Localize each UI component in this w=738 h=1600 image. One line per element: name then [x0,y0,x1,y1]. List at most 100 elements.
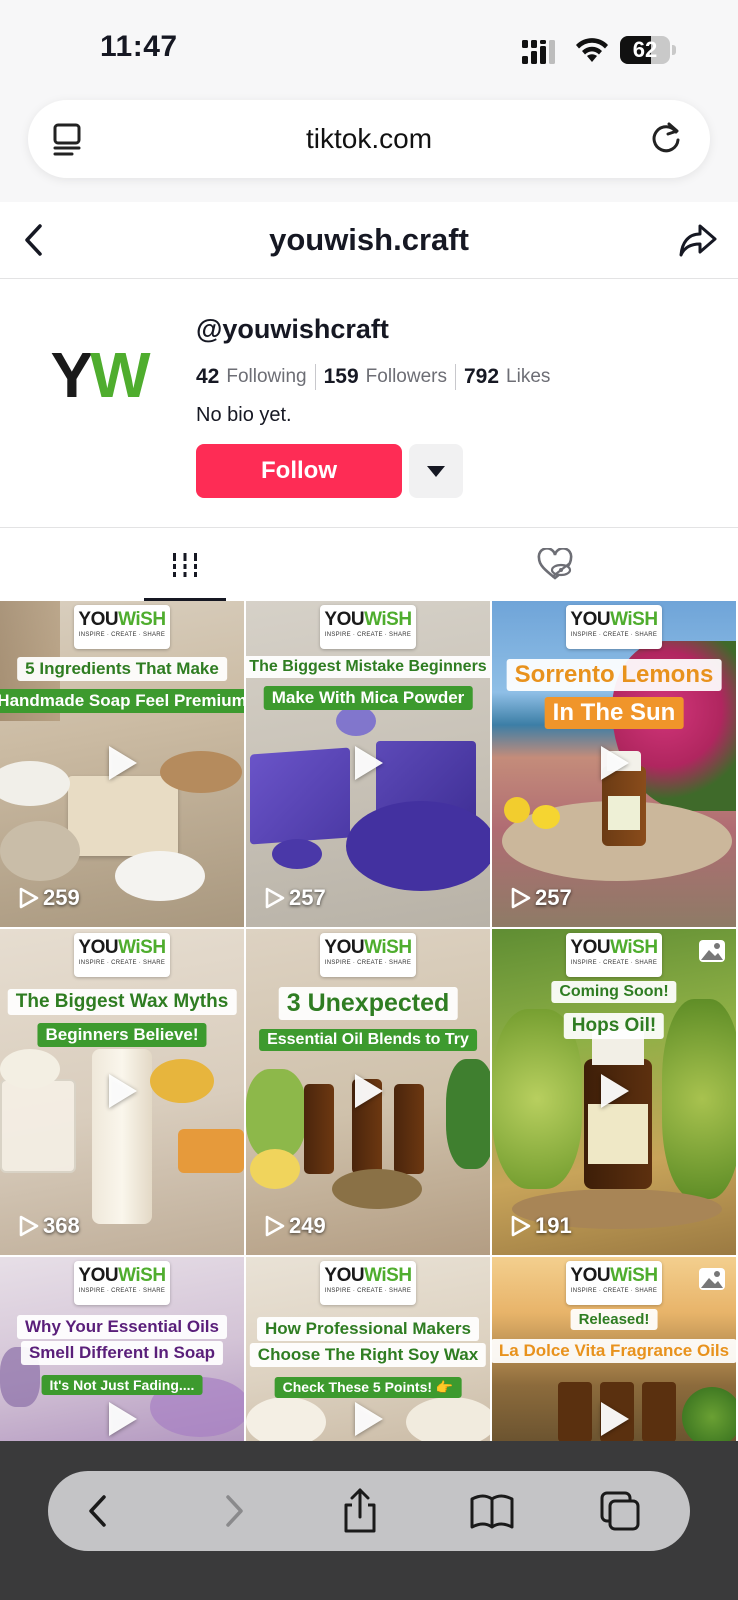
play-outline-icon [265,887,285,909]
toolbar-pill [48,1471,690,1551]
bookmarks-icon[interactable] [466,1485,518,1537]
browser-toolbar [0,1441,738,1600]
play-outline-icon [19,1215,39,1237]
play-outline-icon [265,1215,285,1237]
toolbar-back-icon[interactable] [74,1485,126,1537]
profile-stats: 42 Following 159 Followers 792 Likes [196,362,550,392]
brand-badge: YOUWiSH INSPIRE · CREATE · SHARE [320,933,416,977]
brand-badge: YOUWiSH INSPIRE · CREATE · SHARE [566,1261,662,1305]
video-tile[interactable]: YOUWiSH INSPIRE · CREATE · SHARE How Prof… [246,1257,490,1441]
avatar-letter-y: Y [50,339,93,411]
video-title-line2: Beginners Believe! [37,1023,207,1047]
play-outline-icon [511,887,531,909]
toolbar-forward-icon[interactable] [206,1485,258,1537]
video-tile[interactable]: YOUWiSH INSPIRE · CREATE · SHARE Why Your… [0,1257,244,1441]
play-outline-icon [19,887,39,909]
brand-badge: YOUWiSH INSPIRE · CREATE · SHARE [74,1261,170,1305]
battery-icon: 62 [620,36,676,64]
photo-icon [699,1268,725,1290]
video-title-line2: Choose The Right Soy Wax [249,1343,487,1367]
video-title-line1: Why Your Essential Oils [17,1315,227,1339]
likes-count: 792 [463,365,500,388]
status-time: 11:47 [100,30,178,63]
view-count: 191 [510,1211,572,1241]
profile-bio: No bio yet. [196,404,292,426]
share-icon[interactable] [678,220,718,260]
video-tile[interactable]: YOUWiSH INSPIRE · CREATE · SHARE Released… [492,1257,736,1441]
view-count: 257 [264,883,326,913]
play-icon [109,1402,137,1436]
tab-videos[interactable] [0,528,369,602]
video-title-line2: Hops Oil! [563,1013,665,1039]
view-count: 249 [264,1211,326,1241]
avatar[interactable]: YW [44,318,154,428]
tabs-icon[interactable] [594,1485,646,1537]
video-tile[interactable]: YOUWiSH INSPIRE · CREATE · SHARE The Bigg… [246,601,490,927]
play-outline-icon [511,1215,531,1237]
video-tile[interactable]: YOUWiSH INSPIRE · CREATE · SHARE Sorrento… [492,601,736,927]
toolbar-share-icon[interactable] [334,1485,386,1537]
avatar-letter-w: W [90,339,150,411]
suggested-accounts-button[interactable] [409,444,463,498]
video-title-line3: Check These 5 Points! 👉 [274,1377,462,1398]
video-title-line2: La Dolce Vita Fragrance Oils [492,1339,736,1363]
address-bar[interactable]: tiktok.com [28,100,710,178]
brand-badge: YOUWiSH INSPIRE · CREATE · SHARE [74,605,170,649]
video-tile[interactable]: YOUWiSH INSPIRE · CREATE · SHARE The Bigg… [0,929,244,1255]
play-icon [109,1074,137,1108]
following-label[interactable]: Following [226,366,306,388]
following-count[interactable]: 42 [196,365,219,389]
video-title-line1: Released! [570,1309,658,1330]
play-icon [355,746,383,780]
brand-badge: YOUWiSH INSPIRE · CREATE · SHARE [566,605,662,649]
url-text[interactable]: tiktok.com [28,100,710,178]
profile-handle: @youwishcraft [196,314,389,344]
view-count: 259 [18,883,80,913]
followers-label[interactable]: Followers [366,366,447,388]
battery-level: 62 [632,37,658,62]
status-bar: 11:47 62 [0,0,738,92]
video-title-line1: 5 Ingredients That Make [17,657,227,681]
video-title-line1: How Professional Makers [257,1317,479,1341]
video-title-line1: 3 Unexpected [278,987,458,1020]
video-title-line2: Make With Mica Powder [263,686,473,710]
video-title-line1: The Biggest Mistake Beginners [246,656,490,678]
video-title-line1: Coming Soon! [551,981,677,1003]
divider [314,364,316,390]
play-icon [355,1074,383,1108]
browser-address-area: tiktok.com [0,92,738,202]
brand-badge: YOUWiSH INSPIRE · CREATE · SHARE [320,1261,416,1305]
profile-tabs [0,527,738,602]
followers-count[interactable]: 159 [324,365,359,389]
profile-header: youwish.craft [0,202,738,279]
play-icon [601,746,629,780]
video-tile[interactable]: YOUWiSH INSPIRE · CREATE · SHARE 5 Ingred… [0,601,244,927]
video-title-line2: Handmade Soap Feel Premium [0,689,244,713]
follow-button[interactable]: Follow [196,444,402,498]
cellular-signal-icon [522,40,555,64]
liked-hidden-icon [537,548,573,580]
view-count: 257 [510,883,572,913]
page-title: youwish.craft [269,222,469,257]
reload-icon[interactable] [648,120,684,156]
video-title-line2: Smell Different In Soap [20,1341,224,1365]
video-title-line3: It's Not Just Fading.... [41,1375,203,1395]
likes-label: Likes [506,366,551,387]
video-grid: YOUWiSH INSPIRE · CREATE · SHARE 5 Ingred… [0,601,738,1441]
video-title-line2: In The Sun [544,697,684,729]
brand-badge: YOUWiSH INSPIRE · CREATE · SHARE [566,933,662,977]
caret-down-icon [427,466,445,477]
video-title-line2: Essential Oil Blends to Try [259,1029,477,1051]
video-tile[interactable]: YOUWiSH INSPIRE · CREATE · SHARE Coming S… [492,929,736,1255]
divider [454,364,456,390]
tab-liked[interactable] [369,528,738,602]
videos-grid-icon [170,553,200,577]
play-icon [601,1402,629,1436]
photo-icon [699,940,725,962]
brand-badge: YOUWiSH INSPIRE · CREATE · SHARE [74,933,170,977]
brand-badge: YOUWiSH INSPIRE · CREATE · SHARE [320,605,416,649]
view-count: 368 [18,1211,80,1241]
wifi-icon [576,38,608,62]
play-icon [601,1074,629,1108]
video-tile[interactable]: YOUWiSH INSPIRE · CREATE · SHARE 3 Unexpe… [246,929,490,1255]
